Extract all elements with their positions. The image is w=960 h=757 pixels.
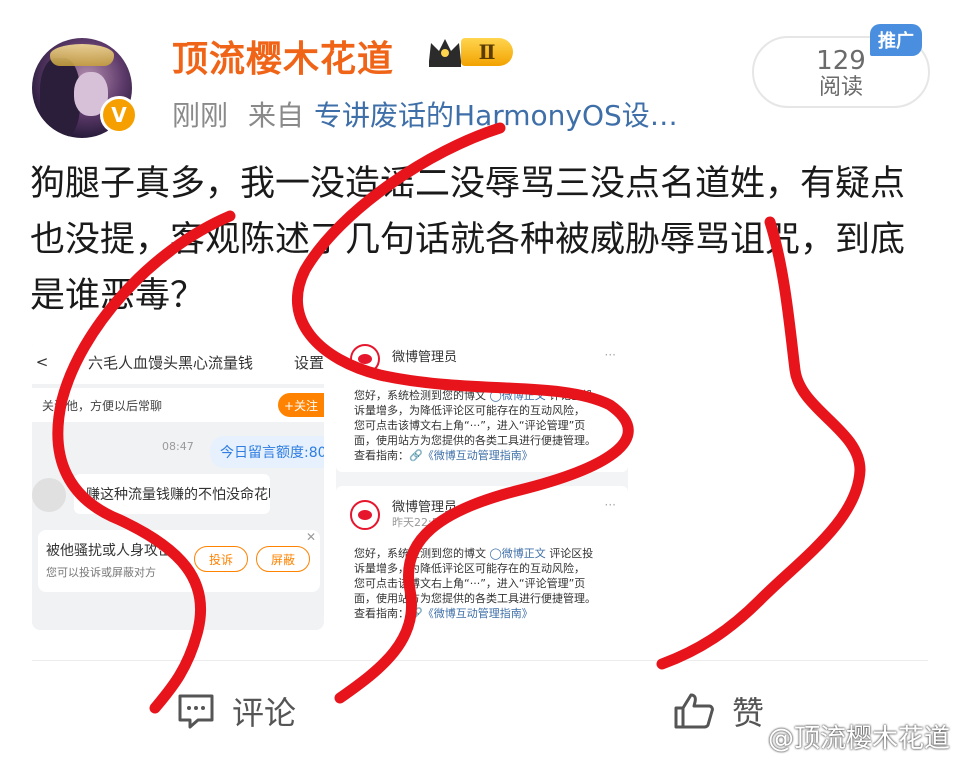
image-thumbnail-chat[interactable]: < 六毛人血馒头黑心流量钱 设置 关注他，方便以后常聊 +关注 08:47 今日… — [32, 340, 324, 630]
post-meta: 刚刚 来自 专讲废话的HarmonyOS设… — [172, 94, 698, 134]
admin-notice-card: 微博管理员 昨天22:50 ··· 您好，系统检测到您的博文 ◯微博正文 评论区… — [336, 486, 628, 630]
admin-name: 微博管理员 — [392, 350, 458, 365]
notice-time: 昨天22:50 — [392, 516, 446, 529]
chat-title: 六毛人血馒头黑心流量钱 — [88, 353, 254, 372]
weibo-logo-icon — [350, 500, 380, 530]
follow-button: +关注 — [278, 393, 324, 417]
level-badge[interactable]: Ⅱ — [425, 34, 513, 70]
notice-line-4: 面，使用站方为您提供的各类工具进行便捷管理。 — [354, 434, 596, 447]
read-label: 阅读 — [818, 75, 863, 100]
notice-line-4: 面，使用站方为您提供的各类工具进行便捷管理。 — [354, 592, 596, 605]
block-button: 屏蔽 — [256, 546, 310, 572]
watermark: @顶流樱木花道 — [767, 724, 950, 754]
crown-icon — [429, 39, 461, 67]
image-thumbnail-notices[interactable]: 微博管理员 ··· 您好，系统检测到您的博文 ◯微博正文 评论区投 诉量增多，为… — [336, 340, 628, 630]
notice-post-link: ◯微博正文 — [489, 389, 546, 402]
harassment-card: 被他骚扰或人身攻击 您可以投诉或屏蔽对方 投诉 屏蔽 ✕ — [38, 530, 320, 592]
notice-line-2: 诉量增多，为降低评论区可能存在的互动风险， — [354, 404, 585, 417]
comment-button[interactable]: 评论 — [176, 688, 296, 734]
report-button: 投诉 — [194, 546, 248, 572]
admin-notice-card: 微博管理员 ··· 您好，系统检测到您的博文 ◯微博正文 评论区投 诉量增多，为… — [336, 340, 628, 472]
from-label: 来自 — [248, 99, 305, 132]
avatar-crown — [50, 44, 114, 66]
follow-tip-bar: 关注他，方便以后常聊 +关注 — [32, 388, 324, 422]
thumbs-up-icon — [674, 693, 714, 729]
notice-body: 您好，系统检测到您的博文 ◯微博正文 评论区投 诉量增多，为降低评论区可能存在的… — [354, 546, 624, 621]
admin-name: 微博管理员 — [392, 500, 458, 515]
close-icon: ✕ — [305, 530, 316, 544]
notice-line-1b: 评论区投 — [549, 389, 594, 402]
guide-label: 查看指南： — [354, 607, 409, 620]
chat-time: 08:47 — [162, 440, 194, 453]
notice-body: 您好，系统检测到您的博文 ◯微博正文 评论区投 诉量增多，为降低评论区可能存在的… — [354, 388, 624, 463]
username[interactable]: 顶流樱木花道 — [172, 30, 394, 82]
guide-link: 🔗《微博互动管理指南》 — [409, 607, 533, 620]
chat-message: 赚这种流量钱赚的不怕没命花吗 — [74, 474, 270, 514]
chat-avatar — [32, 478, 66, 512]
chat-settings: 设置 — [293, 353, 324, 372]
more-icon: ··· — [604, 348, 616, 362]
action-divider — [32, 660, 928, 661]
notice-line-2: 诉量增多，为降低评论区可能存在的互动风险， — [354, 562, 585, 575]
level-number: Ⅱ — [461, 38, 513, 66]
post-time: 刚刚 — [172, 99, 229, 132]
notice-line-3: 您可点击该博文右上角“···”，进入“评论管理”页 — [354, 419, 586, 432]
quota-badge: 今日留言额度:80 — [210, 436, 324, 468]
like-label: 赞 — [732, 694, 765, 732]
more-icon: ··· — [604, 498, 616, 512]
comment-label: 评论 — [232, 694, 297, 732]
weibo-logo-icon — [350, 344, 380, 374]
harassment-desc: 您可以投诉或屏蔽对方 — [46, 566, 156, 579]
comment-icon — [178, 694, 214, 729]
notice-line-1b: 评论区投 — [549, 547, 594, 560]
guide-label: 查看指南： — [354, 449, 409, 462]
post-text: 狗腿子真多，我一没造谣二没辱骂三没点名道姓，有疑点也没提，客观陈述了几句话就各种… — [30, 164, 906, 316]
harassment-title: 被他骚扰或人身攻击 — [46, 543, 172, 559]
post-source-link[interactable]: 专讲废话的HarmonyOS设… — [314, 99, 678, 132]
back-icon: < — [35, 353, 49, 371]
chat-topbar: < 六毛人血馒头黑心流量钱 设置 — [32, 340, 324, 384]
guide-link: 🔗《微博互动管理指南》 — [409, 449, 533, 462]
promoted-tag: 推广 — [870, 24, 922, 56]
verified-v-icon: V — [100, 96, 138, 134]
notice-line-1: 您好，系统检测到您的博文 — [354, 389, 486, 402]
like-button[interactable]: 赞 — [672, 688, 764, 734]
follow-tip: 关注他，方便以后常聊 — [42, 398, 163, 413]
notice-line-1: 您好，系统检测到您的博文 — [354, 547, 486, 560]
notice-line-3: 您可点击该博文右上角“···”，进入“评论管理”页 — [354, 577, 586, 590]
notice-post-link: ◯微博正文 — [489, 547, 546, 560]
